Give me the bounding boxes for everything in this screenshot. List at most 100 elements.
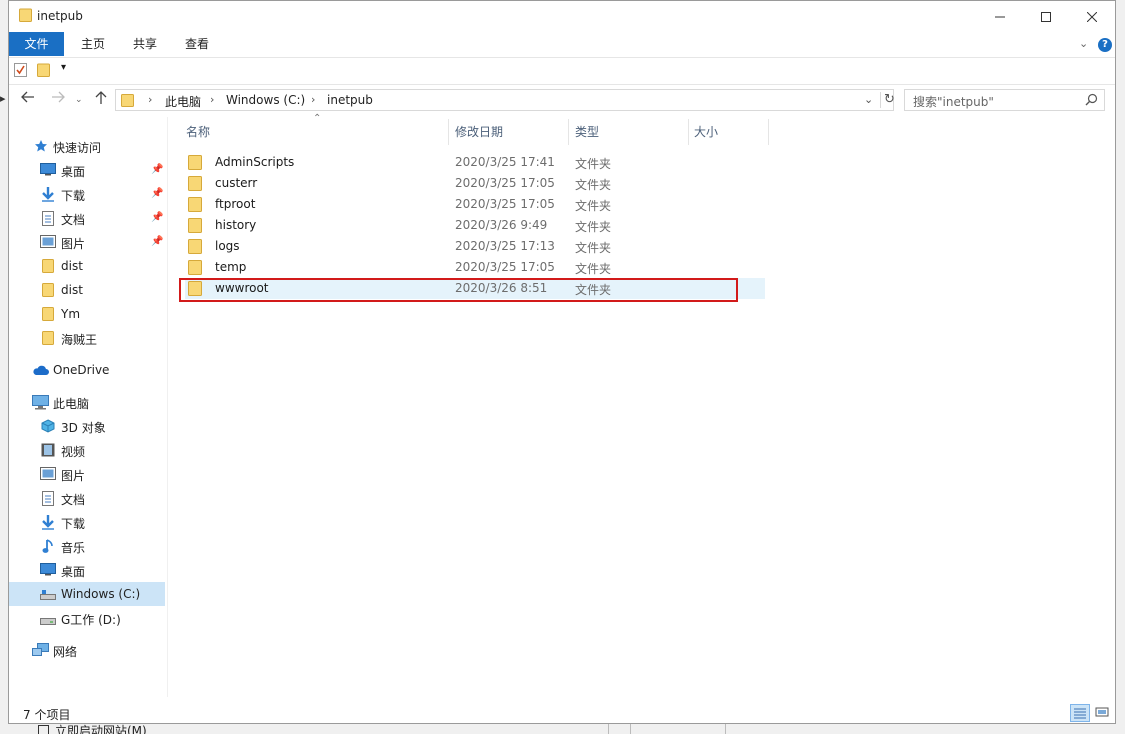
cloud-icon — [32, 365, 49, 379]
nav-item-pictures[interactable]: 图片 📌 — [9, 230, 165, 254]
nav-label: 图片 — [61, 469, 86, 483]
file-type: 文件夹 — [575, 220, 612, 234]
background-app-bottom: 立即启动网站(M) — [0, 724, 1125, 734]
nav-item-pictures[interactable]: 图片 — [9, 462, 165, 486]
properties-icon[interactable] — [14, 63, 27, 80]
breadcrumb-chevron-icon[interactable]: › — [311, 93, 315, 106]
tab-home[interactable]: 主页 — [67, 32, 119, 56]
nav-label: Windows (C:) — [61, 587, 141, 601]
nav-item-folder[interactable]: dist — [9, 254, 165, 278]
minimize-button[interactable] — [977, 1, 1023, 32]
nav-this-pc[interactable]: 此电脑 — [9, 390, 165, 414]
pane-divider[interactable] — [167, 117, 168, 697]
background-app-right — [1116, 0, 1125, 734]
up-arrow-icon[interactable] — [95, 91, 107, 109]
file-name: AdminScripts — [215, 155, 295, 169]
refresh-icon[interactable]: ↻ — [880, 92, 895, 108]
new-folder-icon[interactable] — [37, 63, 50, 80]
address-dropdown-icon[interactable]: ⌄ — [864, 93, 873, 106]
address-bar[interactable]: › 此电脑 › Windows (C:) › inetpub ⌄ ↻ — [115, 89, 895, 111]
nav-item-drive-c[interactable]: Windows (C:) — [9, 582, 165, 606]
folder-icon — [188, 260, 202, 278]
maximize-button[interactable] — [1023, 1, 1069, 32]
nav-item-folder[interactable]: dist — [9, 278, 165, 302]
star-icon — [34, 139, 48, 156]
nav-item-desktop[interactable]: 桌面 — [9, 558, 165, 582]
folder-icon — [188, 218, 202, 236]
maximize-icon — [1041, 11, 1051, 22]
pictures-icon — [40, 235, 56, 251]
search-icon[interactable] — [1085, 93, 1098, 109]
breadcrumb-this-pc[interactable]: 此电脑 — [165, 93, 201, 110]
nav-item-folder[interactable]: 海贼王 — [9, 326, 165, 350]
pin-icon[interactable]: 📌 — [151, 164, 163, 175]
customize-toolbar-icon[interactable]: ▾ — [61, 62, 66, 73]
pin-icon[interactable]: 📌 — [151, 236, 163, 247]
chevron-down-icon[interactable]: ⌄ — [1079, 37, 1088, 50]
folder-icon — [42, 307, 54, 324]
nav-quick-access[interactable]: 快速访问 — [9, 134, 165, 158]
nav-item-documents[interactable]: 文档 📌 — [9, 206, 165, 230]
nav-label: 快速访问 — [53, 141, 102, 155]
nav-label: 桌面 — [61, 565, 86, 579]
title-bar[interactable]: inetpub — [9, 1, 1115, 32]
column-header-type[interactable]: 类型 — [575, 123, 599, 140]
file-type: 文件夹 — [575, 199, 612, 213]
sort-ascending-icon: ⌃ — [313, 113, 322, 124]
table-row[interactable]: AdminScripts 2020/3/25 17:41 文件夹 — [185, 152, 765, 173]
tab-share[interactable]: 共享 — [119, 32, 171, 56]
nav-item-folder[interactable]: Ym — [9, 302, 165, 326]
document-icon — [42, 211, 54, 229]
column-header-modified[interactable]: 修改日期 — [455, 123, 503, 140]
nav-item-drive-d[interactable]: G工作 (D:) — [9, 606, 165, 630]
folder-icon — [188, 197, 202, 215]
nav-item-music[interactable]: 音乐 — [9, 534, 165, 558]
folder-icon — [42, 283, 54, 300]
help-icon[interactable]: ? — [1098, 38, 1112, 52]
breadcrumb-chevron-icon[interactable]: › — [210, 93, 214, 106]
breadcrumb-inetpub[interactable]: inetpub — [327, 93, 373, 107]
column-header-size[interactable]: 大小 — [694, 123, 718, 140]
nav-item-videos[interactable]: 视频 — [9, 438, 165, 462]
table-row[interactable]: temp 2020/3/25 17:05 文件夹 — [185, 257, 765, 278]
download-icon — [41, 187, 55, 205]
forward-arrow-icon[interactable] — [51, 91, 65, 107]
large-icons-view-button[interactable] — [1093, 704, 1113, 722]
nav-item-desktop[interactable]: 桌面 📌 — [9, 158, 165, 182]
large-icons-view-icon — [1095, 707, 1109, 717]
table-row[interactable]: custerr 2020/3/25 17:05 文件夹 — [185, 173, 765, 194]
pin-icon[interactable]: 📌 — [151, 188, 163, 199]
nav-item-downloads[interactable]: 下载 📌 — [9, 182, 165, 206]
nav-item-documents[interactable]: 文档 — [9, 486, 165, 510]
background-checkbox[interactable] — [38, 725, 49, 734]
file-modified: 2020/3/25 17:41 — [455, 155, 555, 169]
nav-label: G工作 (D:) — [61, 613, 121, 627]
file-modified: 2020/3/25 17:05 — [455, 176, 555, 190]
nav-label: 文档 — [61, 493, 86, 507]
nav-label: dist — [61, 259, 83, 273]
nav-item-downloads[interactable]: 下载 — [9, 510, 165, 534]
item-count: 7 个项目 — [23, 708, 71, 722]
videos-icon — [41, 443, 55, 460]
table-row[interactable]: logs 2020/3/25 17:13 文件夹 — [185, 236, 765, 257]
nav-onedrive[interactable]: OneDrive — [9, 358, 165, 382]
pin-icon[interactable]: 📌 — [151, 212, 163, 223]
table-row[interactable]: ftproot 2020/3/25 17:05 文件夹 — [185, 194, 765, 215]
nav-item-3d-objects[interactable]: 3D 对象 — [9, 414, 165, 438]
recent-locations-chevron-icon[interactable]: ⌄ — [75, 95, 83, 105]
breadcrumb-drive-c[interactable]: Windows (C:) — [226, 93, 305, 107]
column-header-name[interactable]: 名称 — [186, 123, 210, 140]
folder-icon — [188, 176, 202, 194]
back-arrow-icon[interactable] — [21, 91, 35, 107]
details-view-button[interactable] — [1070, 704, 1090, 722]
tab-file[interactable]: 文件 — [9, 32, 64, 56]
nav-network[interactable]: 网络 — [9, 638, 165, 662]
tab-view[interactable]: 查看 — [171, 32, 223, 56]
close-button[interactable] — [1069, 1, 1115, 32]
table-row[interactable]: history 2020/3/26 9:49 文件夹 — [185, 215, 765, 236]
status-bar: 7 个项目 — [9, 701, 1115, 724]
close-icon — [1087, 11, 1097, 22]
breadcrumb-chevron-icon[interactable]: › — [148, 93, 152, 106]
search-input[interactable]: 搜索"inetpub" — [904, 89, 1105, 111]
folder-icon — [42, 259, 54, 276]
